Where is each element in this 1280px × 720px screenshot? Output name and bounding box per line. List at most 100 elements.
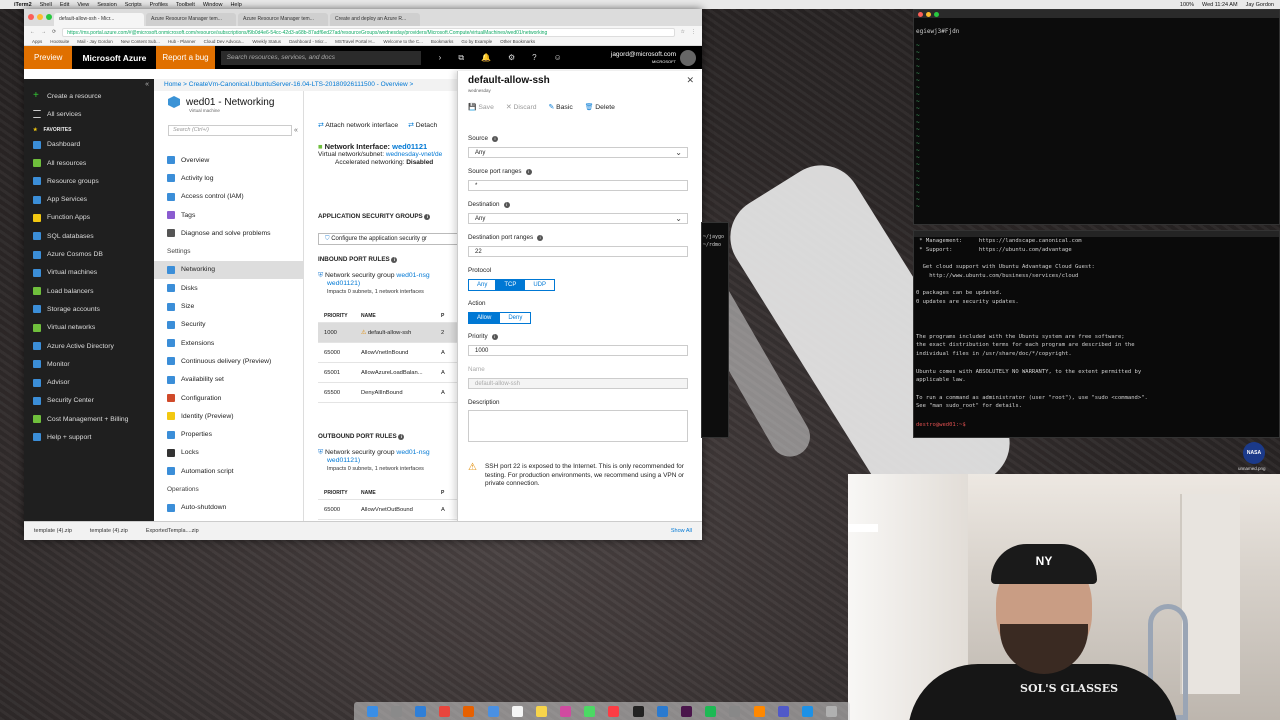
sidebar-item-advisor[interactable]: Advisor [24, 373, 154, 391]
show-all-downloads-link[interactable]: Show All [671, 528, 692, 534]
vm-menu-item-automation-script[interactable]: Automation script [154, 462, 304, 480]
vm-menu-item-security[interactable]: Security [154, 316, 304, 334]
sidebar-item-load-balancers[interactable]: Load balancers [24, 282, 154, 300]
minimize-window-button[interactable] [37, 14, 43, 20]
source-select[interactable]: Any ⌄ [468, 147, 688, 158]
calendar-icon[interactable] [511, 705, 523, 717]
vm-menu-item-extensions[interactable]: Extensions [154, 334, 304, 352]
col-name[interactable]: NAME [361, 490, 441, 496]
menu-app-name[interactable]: iTerm2 [14, 2, 32, 8]
feedback-icon[interactable]: ☺ [554, 53, 562, 63]
maximize-window-button[interactable] [934, 11, 939, 17]
close-icon[interactable]: ✕ [686, 75, 694, 86]
sidebar-item-resource-groups[interactable]: Resource groups [24, 172, 154, 190]
menu-help[interactable]: Help [230, 2, 241, 8]
background-terminal[interactable]: ~/jaygo ~/rdmo [701, 222, 729, 438]
detach-nic-button[interactable]: ⇄ Detach [408, 121, 437, 129]
vm-menu-item-activity-log[interactable]: Activity log [154, 169, 304, 187]
action-allow-option[interactable]: Allow [469, 313, 501, 323]
close-window-button[interactable] [28, 14, 34, 20]
desktop-file-icon[interactable]: NASA [1243, 442, 1265, 464]
vm-menu-item-diagnose-and-solve-problems[interactable]: Diagnose and solve problems [154, 224, 304, 242]
all-services-link[interactable]: All services [24, 105, 154, 123]
back-icon[interactable]: ← [30, 29, 35, 35]
delete-button[interactable]: 🗑 Delete [585, 103, 615, 111]
menu-toolbelt[interactable]: Toolbelt [176, 2, 195, 8]
menu-scripts[interactable]: Scripts [125, 2, 142, 8]
spotify-icon[interactable] [705, 705, 717, 717]
menu-view[interactable]: View [77, 2, 89, 8]
sidebar-item-dashboard[interactable]: Dashboard [24, 136, 154, 154]
menu-profiles[interactable]: Profiles [150, 2, 168, 8]
bookmark-item[interactable]: Cloud Dev Advoca... [204, 39, 245, 44]
browser-tab[interactable]: Create and deploy an Azure R... [330, 13, 420, 26]
vm-menu-item-continuous-delivery-preview-[interactable]: Continuous delivery (Preview) [154, 352, 304, 370]
menu-session[interactable]: Session [97, 2, 117, 8]
basic-button[interactable]: ✎ Basic [549, 103, 573, 111]
music-icon[interactable] [608, 705, 620, 717]
sidebar-item-security-center[interactable]: Security Center [24, 392, 154, 410]
info-icon[interactable]: i [503, 201, 510, 208]
info-icon[interactable]: i [525, 168, 532, 175]
notes-icon[interactable] [535, 705, 547, 717]
collapse-nav-icon[interactable]: « [145, 81, 149, 88]
notifications-icon[interactable]: 🔔 [481, 53, 491, 63]
preview-badge[interactable]: Preview [24, 46, 73, 69]
cloud-shell-icon[interactable]: › [439, 53, 442, 63]
attach-nic-button[interactable]: ⇄ Attach network interface [318, 121, 398, 129]
browser-tab[interactable]: Azure Resource Manager tem... [146, 13, 236, 26]
slack-icon[interactable] [681, 705, 693, 717]
bookmark-item[interactable]: Dashboard - Micr... [289, 39, 327, 44]
nsg-link[interactable]: wed01-nsg [396, 449, 429, 456]
vm-menu-item-availability-set[interactable]: Availability set [154, 371, 304, 389]
terminal-icon[interactable] [632, 705, 644, 717]
vm-menu-item-locks[interactable]: Locks [154, 444, 304, 462]
safari-icon[interactable] [414, 705, 426, 717]
menu-shell[interactable]: Shell [40, 2, 52, 8]
menu-edit[interactable]: Edit [60, 2, 69, 8]
bookmark-item[interactable]: Apps [32, 39, 42, 44]
browser-tab[interactable]: default-allow-ssh - Micr... [54, 13, 144, 26]
bookmark-item[interactable]: Welcome to the C... [383, 39, 422, 44]
ssh-terminal[interactable]: * Management: https://landscape.canonica… [913, 230, 1280, 438]
sidebar-item-cost-management-billing[interactable]: Cost Management + Billing [24, 410, 154, 428]
protocol-tcp-option[interactable]: TCP [496, 280, 526, 290]
source-ports-input[interactable]: * [468, 180, 688, 191]
nic-link[interactable]: wed01121 [392, 142, 427, 151]
sidebar-item-app-services[interactable]: App Services [24, 190, 154, 208]
azure-search-input[interactable]: Search resources, services, and docs [220, 50, 421, 65]
info-icon[interactable]: i [398, 434, 405, 440]
destination-ports-input[interactable]: 22 [468, 246, 688, 257]
bookmark-item[interactable]: Bookmarks [431, 39, 454, 44]
bookmark-item[interactable]: Weekly Status [252, 39, 281, 44]
info-icon[interactable]: i [424, 214, 431, 220]
vm-menu-item-access-control-iam-[interactable]: Access control (IAM) [154, 188, 304, 206]
nsg-link[interactable]: wed01-nsg [396, 272, 429, 279]
description-textarea[interactable] [468, 410, 688, 442]
vm-menu-item-auto-shutdown[interactable]: Auto-shutdown [154, 499, 304, 517]
clock[interactable]: Wed 11:24 AM [1202, 2, 1238, 8]
directory-filter-icon[interactable]: ⧉ [458, 53, 464, 63]
bookmark-item[interactable]: New Content Sub... [121, 39, 160, 44]
maximize-window-button[interactable] [46, 14, 52, 20]
sidebar-item-function-apps[interactable]: Function Apps [24, 209, 154, 227]
sidebar-item-virtual-machines[interactable]: Virtual machines [24, 264, 154, 282]
terminal-editor[interactable]: egiewj3#Fjdn ~ ~ ~ ~ ~ ~ ~ ~ ~ ~ ~ ~ ~ ~ ~ ~ ~ ~ ~ ~ ~ ~ ~ ~ [913, 9, 1280, 225]
vscode-icon[interactable] [656, 705, 668, 717]
bookmark-item[interactable]: Hub - Planner [168, 39, 196, 44]
vm-menu-item-disks[interactable]: Disks [154, 279, 304, 297]
table-row[interactable]: 65001 AllowAzureLoadBalan... A [318, 363, 464, 383]
reload-icon[interactable]: ⟳ [52, 29, 56, 35]
settings-icon[interactable] [729, 705, 741, 717]
vm-menu-search-input[interactable]: Search (Ctrl+/) [168, 125, 292, 136]
save-button[interactable]: 💾 Save [468, 103, 494, 111]
chrome-icon[interactable] [439, 705, 451, 717]
nsg-link-continued[interactable]: wed01121) [318, 457, 360, 464]
bookmark-item[interactable]: Other Bookmarks [500, 39, 535, 44]
bookmark-item[interactable]: Mail - Jay Gordon [77, 39, 113, 44]
bookmark-item[interactable]: Go by Example [461, 39, 492, 44]
nsg-link-continued[interactable]: wed01121) [318, 280, 360, 287]
close-window-button[interactable] [918, 11, 923, 17]
configure-asg-button[interactable]: ⛉ Configure the application security gr [318, 233, 464, 245]
table-row[interactable]: 65000 AllowVnetInBound A [318, 343, 464, 363]
